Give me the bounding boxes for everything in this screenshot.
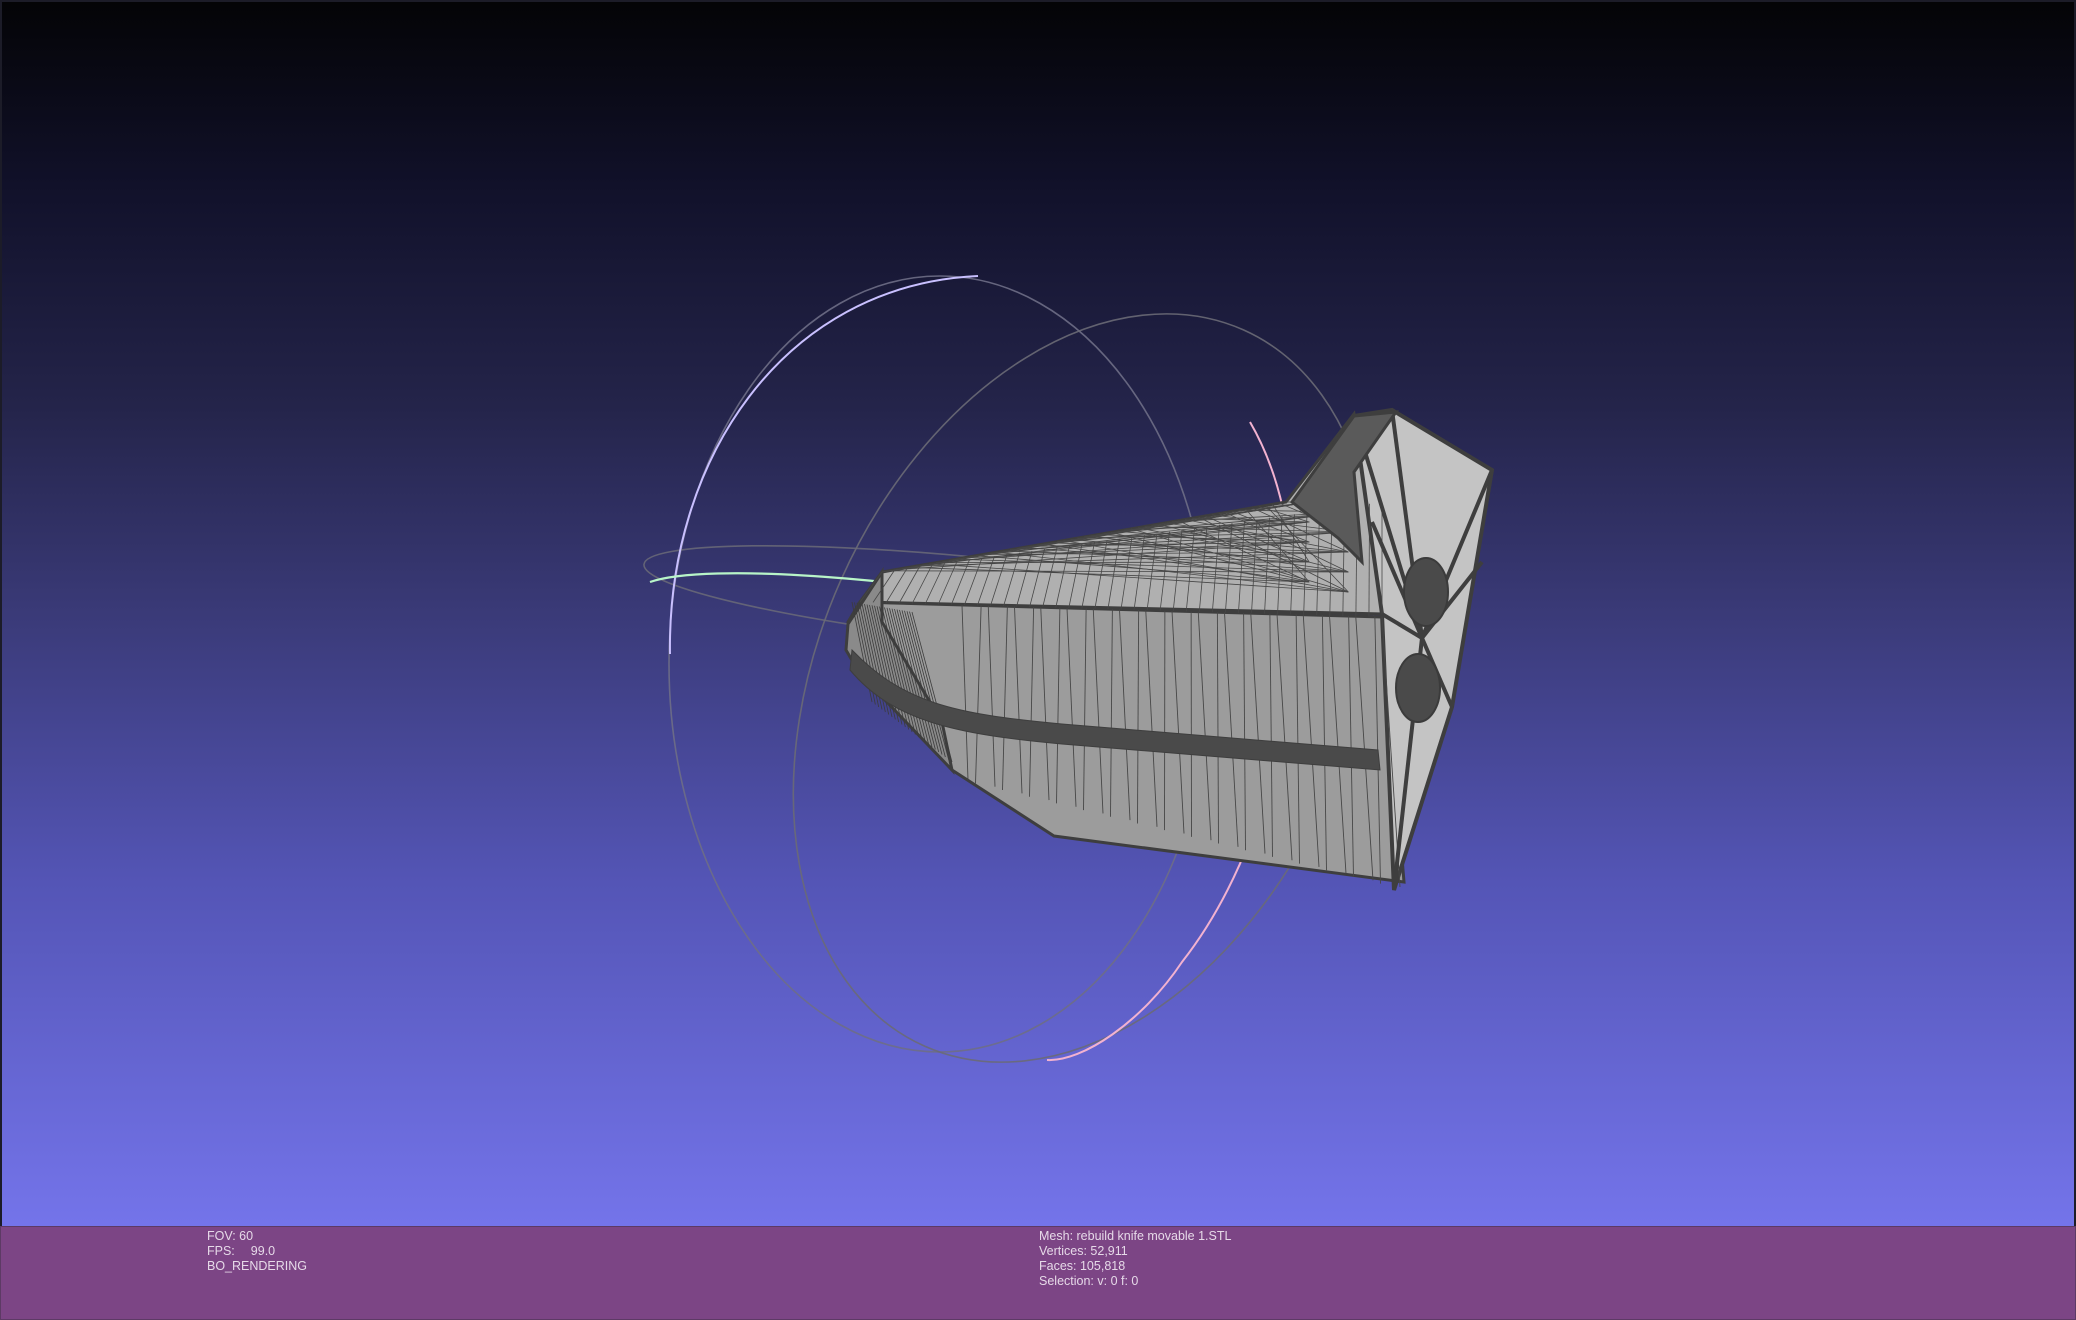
mesh-model[interactable]: [844, 407, 1495, 891]
fps-label: FPS:: [207, 1244, 235, 1258]
fps-readout: FPS: 99.0: [207, 1244, 307, 1259]
status-info-bar: FOV: 60 FPS: 99.0 BO_RENDERING Mesh: rebu…: [0, 1226, 2076, 1320]
mesh-info: Mesh: rebuild knife movable 1.STL Vertic…: [1039, 1229, 1231, 1289]
mesh-hole-lower: [1395, 653, 1441, 723]
render-mode: BO_RENDERING: [207, 1259, 308, 1273]
mesh-scene[interactable]: [2, 2, 2076, 1226]
render-info: FOV: 60 FPS: 99.0 BO_RENDERING: [207, 1229, 307, 1274]
face-count: Faces: 105,818: [1039, 1259, 1126, 1273]
3d-viewport[interactable]: [0, 0, 2076, 1226]
mesh-hole-upper: [1403, 557, 1449, 627]
vertex-count: Vertices: 52,911: [1039, 1244, 1128, 1258]
fps-value: 99.0: [250, 1244, 276, 1258]
fov-readout: FOV: 60: [207, 1229, 254, 1243]
selection-info: Selection: v: 0 f: 0: [1039, 1274, 1139, 1288]
mesh-edge: [1368, 503, 1370, 617]
mesh-name: Mesh: rebuild knife movable 1.STL: [1039, 1229, 1232, 1243]
